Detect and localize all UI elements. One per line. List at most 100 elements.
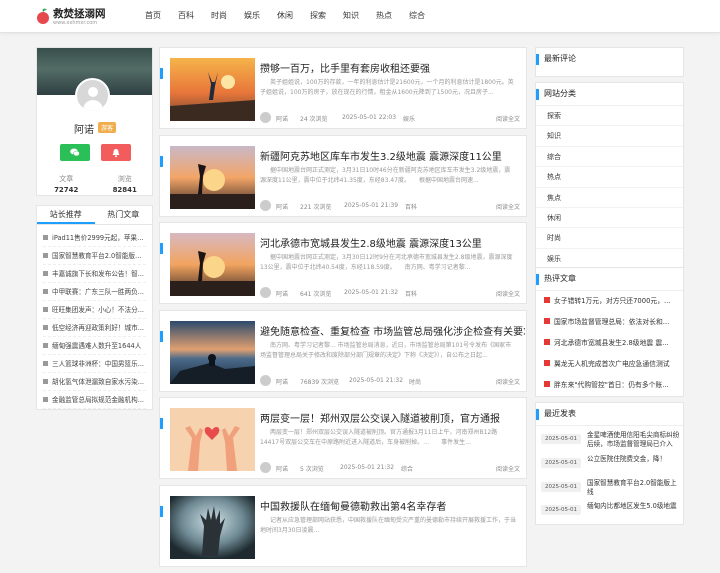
- post-title[interactable]: 公立医院住院费交金，降！: [587, 455, 682, 464]
- article-category[interactable]: 时尚: [409, 377, 421, 386]
- list-item[interactable]: 中甲联赛：广东三队一胜两负...: [43, 283, 146, 301]
- bullet-icon: [544, 297, 550, 304]
- article-thumbnail[interactable]: [170, 320, 255, 384]
- nav-item-hot[interactable]: 热点: [369, 0, 399, 33]
- article-thumbnail[interactable]: [170, 233, 255, 297]
- list-item[interactable]: 女子错转1万元，对方只还7000元，...: [536, 291, 683, 312]
- article-card[interactable]: 两层变一层！郑州双层公交误入隧道被削顶，官方通报 两层变一层！郑州双层公交误入隧…: [159, 397, 527, 480]
- list-item-label: 三人篮球非洲杯：中国男篮乐...: [52, 360, 145, 368]
- nav-item-explore[interactable]: 探索: [303, 0, 333, 33]
- bullet-icon: [43, 289, 48, 294]
- list-item-label: 旺旺集团发声：小心！不法分...: [52, 306, 145, 314]
- list-item[interactable]: 胡化氢气体泄漏致自家水污染...: [43, 373, 146, 391]
- article-title[interactable]: 中国救援队在缅甸曼德勒救出第4名幸存者: [260, 498, 525, 513]
- article-card[interactable]: 中国救援队在缅甸曼德勒救出第4名幸存者 记者从应急管理部网站获悉，中国救援队在缅…: [159, 484, 527, 567]
- nav-item-fashion[interactable]: 时尚: [204, 0, 234, 33]
- list-item[interactable]: 丰嘉诚旗下长和发布公告！智...: [43, 265, 146, 283]
- article-meta: 阿诺 76839 次浏览 2025-05-01 21:32 时尚 阅读全文: [260, 374, 520, 387]
- list-item[interactable]: 三人篮球非洲杯：中国男篮乐...: [43, 355, 146, 373]
- wechat-button[interactable]: [60, 144, 90, 161]
- list-item[interactable]: 2025-05-01 金星啤酒使用信阳毛尖商标纠纷后续，市场监督管理局已介入: [541, 429, 683, 453]
- category-item[interactable]: 休闲: [536, 208, 683, 229]
- list-item[interactable]: 缅甸强震遇难人数升至1644人: [43, 337, 146, 355]
- article-thumbnail[interactable]: [170, 495, 255, 559]
- section-title: 网站分类: [536, 83, 683, 106]
- author-name[interactable]: 阿诺: [276, 114, 288, 123]
- list-item[interactable]: 2025-05-01 公立医院住院费交金，降！: [541, 453, 683, 477]
- stat-views: 浏览 82841: [96, 174, 153, 194]
- read-more-link[interactable]: 阅读全文: [496, 114, 520, 123]
- list-item[interactable]: iPad11售价2999元起，苹果手...: [43, 229, 146, 247]
- article-card[interactable]: 避免随意检查、重复检查 市场监管总局强化涉企检查有关要求 南方网、粤学习记者黎.…: [159, 309, 527, 392]
- article-category[interactable]: 综合: [401, 464, 413, 473]
- article-title[interactable]: 攒够一百万，比手里有套房收租还要强: [260, 60, 525, 75]
- card-marker: [160, 155, 163, 167]
- category-item[interactable]: 娱乐: [536, 249, 683, 270]
- list-item-label: 翼龙无人机完成首次广电应急通信测试: [554, 360, 670, 369]
- list-item[interactable]: 胖东来"代购管控"首日：仍有多个账...: [536, 375, 683, 396]
- category-item[interactable]: 综合: [536, 147, 683, 168]
- nav-item-baike[interactable]: 百科: [171, 0, 201, 33]
- nav-item-knowledge[interactable]: 知识: [336, 0, 366, 33]
- category-item[interactable]: 热点: [536, 167, 683, 188]
- view-count: 76839 次浏览: [300, 378, 339, 386]
- category-item[interactable]: 知识: [536, 126, 683, 147]
- list-item[interactable]: 2025-05-01 国家智慧教育平台2.0智能版上线: [541, 477, 683, 501]
- author-name[interactable]: 阿诺: [276, 377, 288, 386]
- list-item[interactable]: 旺旺集团发声：小心！不法分...: [43, 301, 146, 319]
- tab-recommend[interactable]: 站长推荐: [37, 206, 95, 224]
- author-name[interactable]: 阿诺: [276, 289, 288, 298]
- read-more-link[interactable]: 阅读全文: [496, 202, 520, 211]
- author-name[interactable]: 阿诺: [276, 464, 288, 473]
- nav-item-home[interactable]: 首页: [138, 0, 168, 33]
- card-marker: [160, 505, 163, 517]
- article-title[interactable]: 避免随意检查、重复检查 市场监管总局强化涉企检查有关要求: [260, 323, 525, 338]
- article-thumbnail[interactable]: [170, 145, 255, 209]
- article-card[interactable]: 攒够一百万，比手里有套房收租还要强 英子姐姐说，100万的存款，一年的利息估计是…: [159, 47, 527, 129]
- tab-hot-articles[interactable]: 热门文章: [95, 206, 153, 224]
- author-avatar: [260, 462, 271, 474]
- nav-item-entertainment[interactable]: 娱乐: [237, 0, 267, 33]
- article-category[interactable]: 娱乐: [403, 114, 415, 123]
- article-thumbnail[interactable]: [170, 58, 255, 121]
- category-item[interactable]: 时尚: [536, 228, 683, 249]
- read-more-link[interactable]: 阅读全文: [496, 377, 520, 386]
- card-marker: [160, 330, 163, 342]
- article-card[interactable]: 河北承德市宽城县发生2.8级地震 震源深度13公里 据中国地震台网正式测定，3月…: [159, 222, 527, 305]
- latest-posts-box: 最近发表 2025-05-01 金星啤酒使用信阳毛尖商标纠纷后续，市场监督管理局已…: [535, 402, 684, 525]
- category-item[interactable]: 探索: [536, 106, 683, 127]
- author-name[interactable]: 阿诺: [276, 202, 288, 211]
- article-title[interactable]: 河北承德市宽城县发生2.8级地震 震源深度13公里: [260, 235, 525, 250]
- latest-comments-box: 最新评论: [535, 47, 684, 77]
- site-header: 救焚拯溺网 www.xxhmxr.com 首页 百科 时尚 娱乐 休闲 探索 知…: [0, 0, 720, 33]
- article-thumbnail[interactable]: [170, 408, 255, 472]
- right-sidebar: 最新评论 网站分类 探索 知识 综合 热点 焦点 休闲 时尚 娱乐 热评文章 女…: [535, 47, 684, 530]
- nav-item-leisure[interactable]: 休闲: [270, 0, 300, 33]
- profile-actions: [60, 144, 131, 161]
- notify-button[interactable]: [101, 144, 131, 161]
- nav-item-general[interactable]: 综合: [402, 0, 432, 33]
- read-more-link[interactable]: 阅读全文: [496, 289, 520, 298]
- list-item[interactable]: 国家智慧教育平台2.0智能版上线: [43, 247, 146, 265]
- list-item[interactable]: 国家市场监督管理总局：依法对长和...: [536, 312, 683, 333]
- article-title[interactable]: 新疆阿克苏地区库车市发生3.2级地震 震源深度11公里: [260, 148, 525, 163]
- author-avatar: [260, 112, 271, 123]
- wechat-icon: [70, 148, 80, 157]
- read-more-link[interactable]: 阅读全文: [496, 464, 520, 473]
- article-category[interactable]: 百科: [405, 202, 417, 211]
- list-item[interactable]: 翼龙无人机完成首次广电应急通信测试: [536, 354, 683, 375]
- list-item[interactable]: 金融监管总局拟规范金融机构...: [43, 391, 146, 409]
- category-item[interactable]: 焦点: [536, 188, 683, 208]
- list-item[interactable]: 河北承德市宽城县发生2.8级地震 震...: [536, 333, 683, 354]
- site-logo[interactable]: 救焚拯溺网 www.xxhmxr.com: [36, 3, 139, 30]
- post-title[interactable]: 国家智慧教育平台2.0智能版上线: [587, 479, 682, 497]
- article-title[interactable]: 两层变一层！郑州双层公交误入隧道被削顶，官方通报: [260, 410, 525, 425]
- avatar[interactable]: [75, 78, 110, 113]
- list-item[interactable]: 2025-05-01 缅甸内比都地区发生5.0级地震: [541, 500, 683, 524]
- list-item[interactable]: 低空经济再迎政策利好！城市...: [43, 319, 146, 337]
- post-title[interactable]: 金星啤酒使用信阳毛尖商标纠纷后续，市场监督管理局已介入: [587, 431, 682, 449]
- bullet-icon: [43, 361, 48, 366]
- article-card[interactable]: 新疆阿克苏地区库车市发生3.2级地震 震源深度11公里 据中国地震台网正式测定，…: [159, 134, 527, 217]
- article-category[interactable]: 百科: [405, 289, 417, 298]
- post-title[interactable]: 缅甸内比都地区发生5.0级地震: [587, 502, 682, 511]
